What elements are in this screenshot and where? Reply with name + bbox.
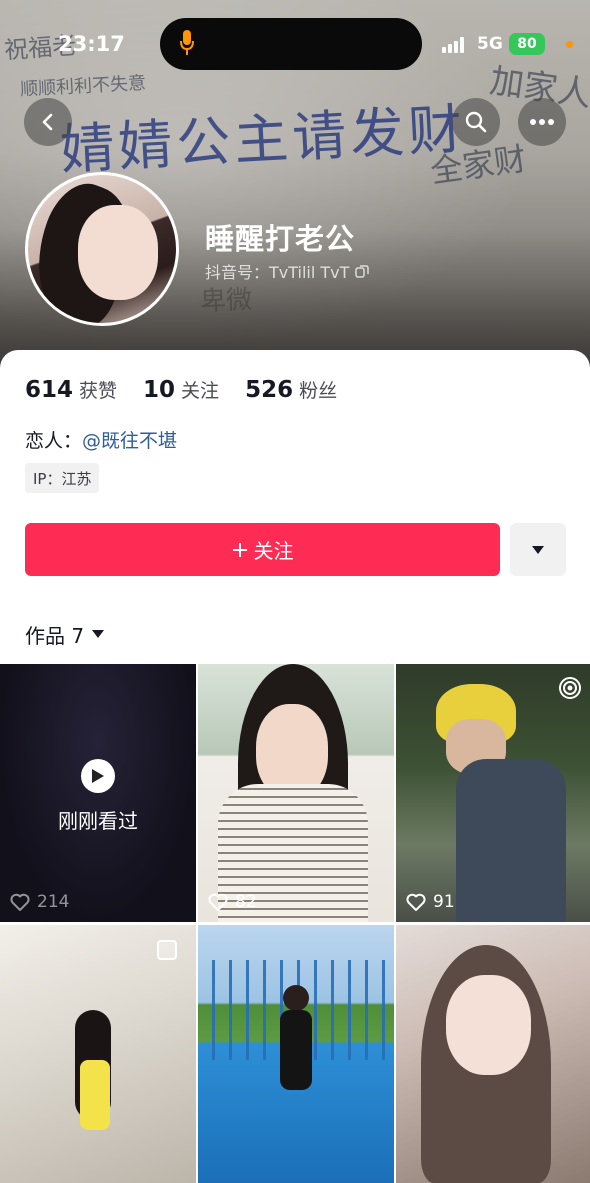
stat-following[interactable]: 10 关注 [143,376,219,403]
video-thumbnail[interactable] [198,925,394,1183]
privacy-indicator-dot [566,41,573,48]
profile-nickname: 睡醒打老公 [205,222,356,256]
status-time: 23:17 [58,32,125,56]
heart-icon [10,893,30,911]
video-thumbnail[interactable] [0,925,196,1183]
dynamic-island [160,18,422,70]
search-icon [465,111,487,133]
lover-link[interactable]: @既往不堪 [82,430,177,452]
pinned-square-icon [157,940,177,960]
follow-button[interactable]: 关注 [25,523,500,576]
video-thumbnail[interactable] [396,925,590,1183]
stat-label: 粉丝 [299,380,338,402]
chevron-left-icon [42,113,53,131]
recommend-dropdown-button[interactable] [510,523,566,576]
like-count: 214 [10,892,69,912]
battery-level: 80 [517,36,537,52]
ip-location-badge: IP：江苏 [25,463,100,493]
douyin-id[interactable]: 抖音号：TvTilil TvT [205,259,370,283]
heart-icon [208,893,228,911]
douyin-id-text: 抖音号：TvTilil TvT [205,263,350,282]
stat-followers[interactable]: 526 粉丝 [245,376,337,403]
more-button[interactable] [518,98,566,146]
heart-icon [406,893,426,911]
profile-stats: 614 获赞 10 关注 526 粉丝 [25,376,337,403]
back-button[interactable] [24,98,72,146]
play-icon [81,759,115,793]
stat-value: 10 [143,377,176,403]
like-count-value: 214 [37,892,70,912]
tab-works[interactable]: 作品 7 [25,620,105,649]
search-button[interactable] [452,98,500,146]
like-count-value: 82 [235,892,257,912]
network-type: 5G [477,34,503,54]
recently-viewed-overlay: 刚刚看过 [0,759,196,834]
stat-label: 获赞 [79,380,118,402]
target-icon [559,677,581,699]
plus-icon [232,542,247,557]
stat-value: 614 [25,377,74,403]
stat-value: 526 [245,377,294,403]
works-grid: 刚刚看过 214 82 91 [0,664,590,1183]
copy-icon [355,265,370,278]
stat-likes[interactable]: 614 获赞 [25,376,117,403]
graffiti-main-text: 婧婧公主请发财 [58,97,468,182]
lover-line: 恋人：@既往不堪 [25,426,177,453]
video-thumbnail[interactable]: 91 [396,664,590,922]
works-label: 作品 7 [25,624,85,648]
microphone-icon [180,30,194,55]
caret-down-icon [532,545,544,554]
avatar[interactable] [25,172,179,326]
battery-indicator: 80 [509,33,545,55]
like-count: 82 [208,892,257,912]
like-count-value: 91 [433,892,455,912]
video-thumbnail[interactable]: 刚刚看过 214 [0,664,196,922]
like-count: 91 [406,892,455,912]
recently-viewed-label: 刚刚看过 [58,809,138,833]
follow-label: 关注 [253,539,294,563]
video-thumbnail[interactable]: 82 [198,664,394,922]
signal-icon [442,37,464,53]
lover-label: 恋人： [25,430,83,452]
caret-down-icon [92,630,105,638]
more-dots-icon [530,119,554,125]
stat-label: 关注 [181,380,220,402]
status-bar: 23:17 5G 80 [0,0,590,90]
